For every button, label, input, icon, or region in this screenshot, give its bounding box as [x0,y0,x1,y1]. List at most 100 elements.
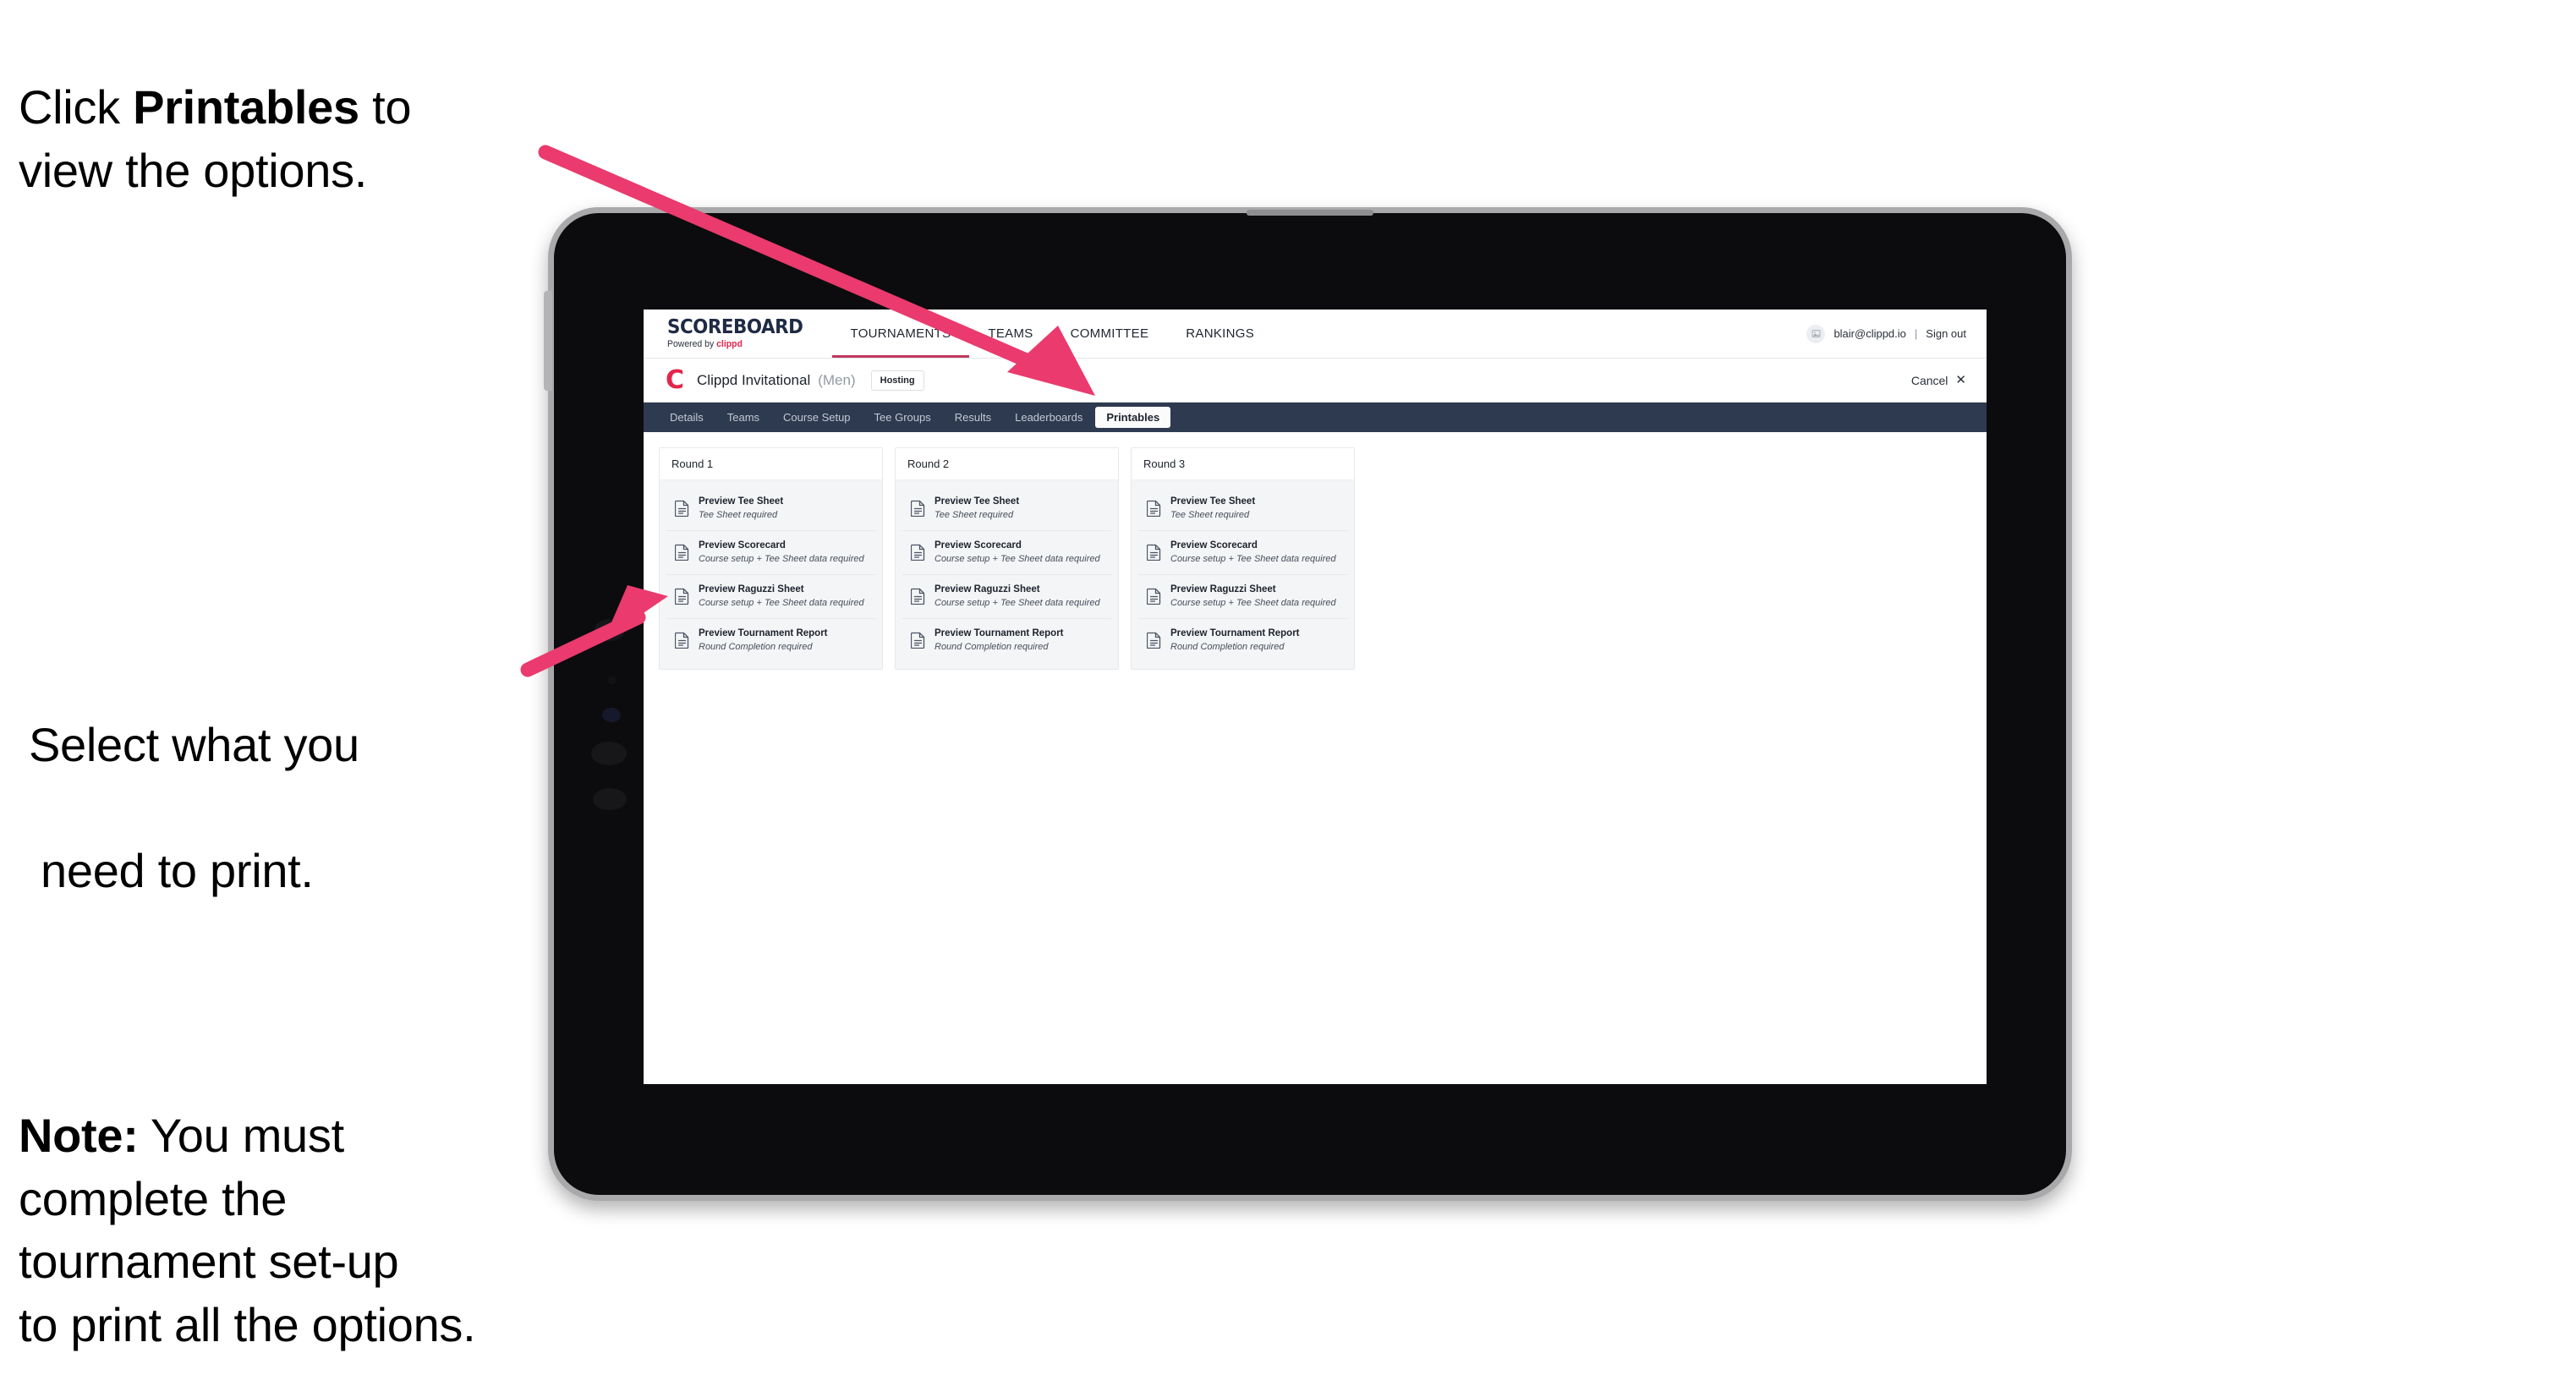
document-icon [1147,632,1161,649]
primary-nav: TOURNAMENTS TEAMS COMMITTEE RANKINGS [831,310,1274,358]
tablet-bezel-camera [602,708,621,722]
list-item[interactable]: Preview Tee Sheet Tee Sheet required [902,487,1111,531]
document-icon [675,500,689,518]
list-item-title: Preview Tournament Report [1170,627,1300,638]
tab-leaderboards[interactable]: Leaderboards [1004,407,1093,429]
tab-printables[interactable]: Printables [1095,406,1171,429]
tab-teams[interactable]: Teams [716,407,770,429]
round-column: Round 2 Preview Tee Sheet Tee Sheet requ… [895,447,1119,670]
tab-teams-label: Teams [726,410,760,424]
nav-item-committee-label: COMMITTEE [1070,326,1149,341]
list-item[interactable]: Preview Tee Sheet Tee Sheet required [666,487,875,531]
tablet-volume-button[interactable] [544,291,552,391]
user-email-label: blair@clippd.io [1833,327,1906,340]
account-separator: | [1914,327,1918,340]
list-item[interactable]: Preview Scorecard Course setup + Tee She… [902,530,1111,575]
printables-content: Round 1 Preview Tee Sheet Tee Sheet requ… [644,432,1987,670]
clippd-brand-text: clippd [716,339,743,349]
tab-course-setup-label: Course Setup [783,410,851,424]
sign-out-button[interactable]: Sign out [1926,327,1966,340]
document-icon [911,588,925,605]
round-title: Round 2 [896,448,1118,480]
close-icon: ✕ [1955,373,1966,387]
tablet-bezel-sensor [608,677,617,684]
list-item-texts: Preview Tournament Report Round Completi… [1170,628,1300,653]
document-icon [675,632,689,649]
list-item-title: Preview Raguzzi Sheet [699,583,804,594]
nav-item-teams[interactable]: TEAMS [969,310,1051,358]
document-icon [911,500,925,518]
annotation-click-strong: Printables [133,80,359,134]
list-item-subtitle: Course setup + Tee Sheet data required [1170,553,1336,564]
screenshot-stage: Click Printables to view the options. Se… [0,0,2576,1386]
round-items-list: Preview Tee Sheet Tee Sheet required Pre… [660,480,882,669]
tab-tee-groups-label: Tee Groups [874,410,931,424]
list-item[interactable]: Preview Tournament Report Round Completi… [1138,618,1347,662]
list-item-subtitle: Course setup + Tee Sheet data required [1170,597,1336,608]
clippd-logo-icon: C [666,364,684,395]
tab-details[interactable]: Details [659,407,715,429]
annotation-select-to-print: Select what you need to print. [29,651,570,966]
annotation-click-printables: Click Printables to view the options. [19,14,611,202]
cancel-button-label: Cancel [1910,373,1948,387]
nav-item-tournaments[interactable]: TOURNAMENTS [831,310,970,358]
list-item-subtitle: Round Completion required [934,641,1049,652]
list-item[interactable]: Preview Tee Sheet Tee Sheet required [1138,487,1347,531]
nav-item-rankings[interactable]: RANKINGS [1167,310,1273,358]
list-item[interactable]: Preview Scorecard Course setup + Tee She… [666,530,875,575]
scoreboard-logo-title: SCOREBOARD [667,316,803,338]
list-item-subtitle: Course setup + Tee Sheet data required [699,553,864,564]
list-item-subtitle: Round Completion required [1170,641,1285,652]
nav-item-tournaments-label: TOURNAMENTS [850,326,951,341]
list-item-texts: Preview Scorecard Course setup + Tee She… [934,540,1100,565]
document-icon [911,544,925,562]
document-icon [675,588,689,605]
list-item-title: Preview Scorecard [934,540,1022,551]
list-item-title: Preview Tee Sheet [1170,496,1256,507]
tournament-name: Clippd Invitational [697,371,811,388]
list-item[interactable]: Preview Tournament Report Round Completi… [902,618,1111,662]
tab-course-setup[interactable]: Course Setup [772,407,862,429]
list-item-texts: Preview Scorecard Course setup + Tee She… [1170,540,1336,565]
tablet-bezel-button-1 [595,619,625,641]
tab-tee-groups[interactable]: Tee Groups [863,407,942,429]
list-item-title: Preview Tee Sheet [934,496,1020,507]
nav-item-rankings-label: RANKINGS [1186,326,1255,341]
scoreboard-logo[interactable]: SCOREBOARD Powered by clippd [644,310,832,358]
list-item-texts: Preview Scorecard Course setup + Tee She… [699,540,864,565]
annotation-note-strong: Note: [19,1109,139,1163]
list-item-texts: Preview Raguzzi Sheet Course setup + Tee… [699,584,864,609]
tournament-header-bar: C Clippd Invitational (Men) Hosting Canc… [644,359,1987,403]
list-item-subtitle: Tee Sheet required [699,509,778,520]
user-avatar-icon[interactable] [1806,324,1826,343]
clippd-logo-letter: C [666,364,684,395]
list-item-title: Preview Tee Sheet [699,496,784,507]
cancel-button[interactable]: Cancel ✕ [1911,374,1966,387]
annotation-select-line2: need to print. [41,844,314,898]
powered-by-text: Powered by [667,339,717,349]
scoreboard-logo-subtitle: Powered by clippd [667,340,806,349]
list-item[interactable]: Preview Raguzzi Sheet Course setup + Tee… [1138,574,1347,619]
document-icon [675,544,689,562]
tablet-screen: SCOREBOARD Powered by clippd TOURNAMENTS… [644,310,1987,1084]
account-area: blair@clippd.io | Sign out [1806,310,1987,358]
round-title: Round 3 [1132,448,1354,480]
tab-printables-label: Printables [1106,410,1160,424]
list-item-title: Preview Scorecard [1170,540,1258,551]
list-item-subtitle: Tee Sheet required [1170,509,1250,520]
list-item-title: Preview Raguzzi Sheet [1170,583,1276,594]
list-item-subtitle: Course setup + Tee Sheet data required [699,597,864,608]
document-icon [911,632,925,649]
tab-results[interactable]: Results [944,407,1002,429]
round-title: Round 1 [660,448,882,480]
nav-item-teams-label: TEAMS [988,326,1033,341]
nav-item-committee[interactable]: COMMITTEE [1052,310,1168,358]
list-item[interactable]: Preview Scorecard Course setup + Tee She… [1138,530,1347,575]
tablet-device-frame: SCOREBOARD Powered by clippd TOURNAMENTS… [544,207,2072,1201]
list-item[interactable]: Preview Tournament Report Round Completi… [666,618,875,662]
list-item[interactable]: Preview Raguzzi Sheet Course setup + Tee… [666,574,875,619]
tournament-gender: (Men) [818,371,856,388]
list-item[interactable]: Preview Raguzzi Sheet Course setup + Tee… [902,574,1111,619]
round-items-list: Preview Tee Sheet Tee Sheet required Pre… [1132,480,1354,669]
list-item-subtitle: Course setup + Tee Sheet data required [934,553,1100,564]
